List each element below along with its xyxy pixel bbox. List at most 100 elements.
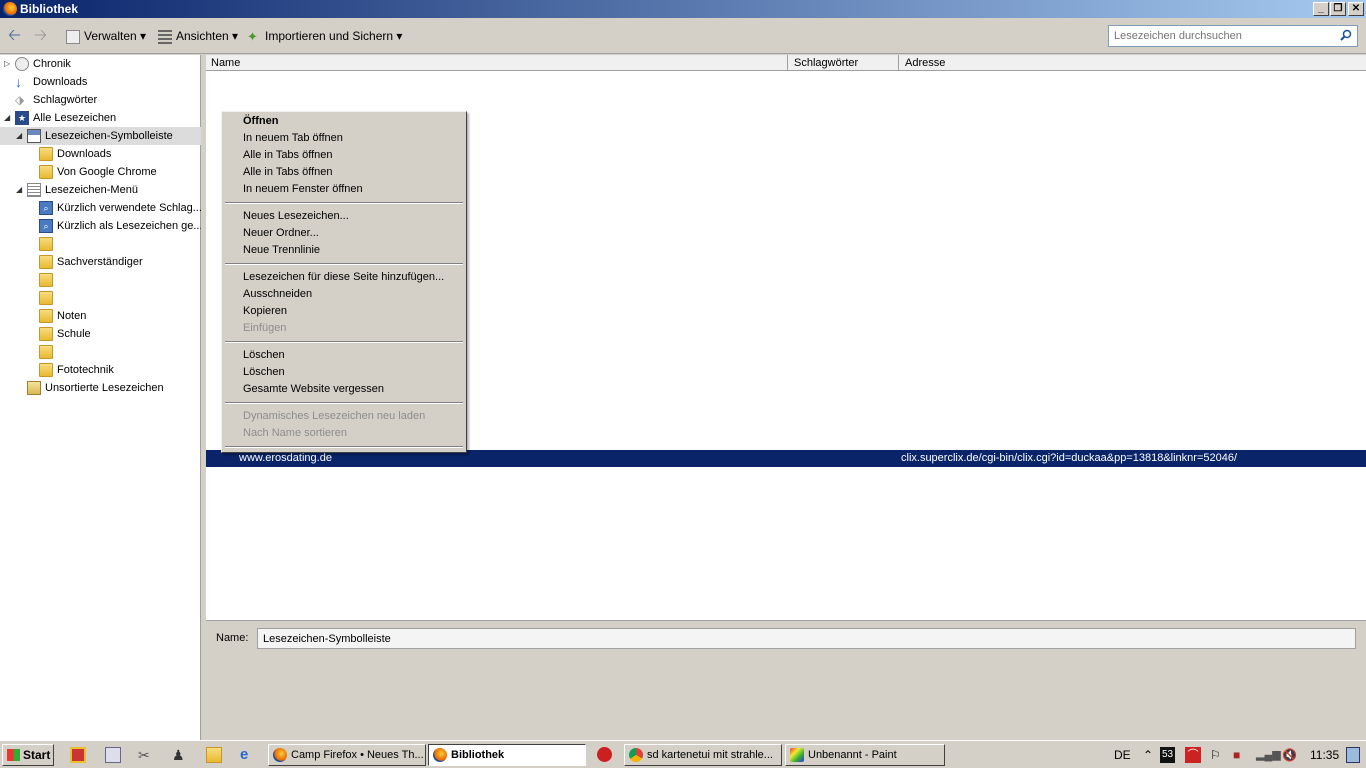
menu-item-copy[interactable]: Kopieren	[223, 303, 465, 320]
back-arrow-icon[interactable]: 🡠	[8, 28, 21, 44]
tree-item-folder[interactable]	[0, 343, 201, 361]
manage-menu-button[interactable]: Verwalten ▾	[66, 28, 146, 44]
show-hidden-icons-icon[interactable]: ⌃	[1143, 747, 1153, 763]
column-tags[interactable]: Schlagwörter	[789, 55, 899, 71]
task-paint[interactable]: Unbenannt - Paint	[785, 744, 945, 766]
folder-icon	[39, 363, 53, 377]
tree-label: Fototechnik	[57, 364, 114, 376]
start-button[interactable]: Start	[2, 744, 54, 766]
search-icon[interactable]	[1340, 29, 1352, 41]
menu-item-open-new-tab[interactable]: In neuem Tab öffnen	[223, 130, 465, 147]
user-icon[interactable]: ♟	[172, 747, 188, 763]
forward-arrow-icon[interactable]: 🡢	[34, 28, 47, 44]
folder-icon	[39, 273, 53, 287]
collapse-icon[interactable]: ◢	[4, 109, 14, 127]
menu-separator	[225, 402, 463, 404]
opera-icon[interactable]	[597, 747, 612, 762]
column-address[interactable]: Adresse	[900, 55, 1366, 71]
tray-badge[interactable]: 53	[1160, 747, 1176, 763]
collapse-icon[interactable]: ◢	[16, 181, 26, 199]
views-menu-button[interactable]: Ansichten ▾	[158, 28, 238, 44]
menu-separator	[225, 263, 463, 265]
expand-icon[interactable]: ▷	[4, 55, 14, 73]
download-arrow-icon: ↓	[15, 74, 22, 90]
import-backup-menu-button[interactable]: ✦ Importieren und Sichern ▾	[247, 28, 402, 44]
menu-item-new-bookmark[interactable]: Neues Lesezeichen...	[223, 208, 465, 225]
bookmark-tree: ▷ Chronik ↓ Downloads ⬗ Schlagwörter ◢ ★…	[0, 55, 203, 740]
tree-item-smart-folder[interactable]: ⌕ Kürzlich verwendete Schlag...	[0, 199, 202, 217]
network-icon[interactable]: ▂▄▆	[1256, 747, 1281, 763]
tree-item-smart-folder[interactable]: ⌕ Kürzlich als Lesezeichen ge...	[0, 217, 203, 235]
tree-item-tags[interactable]: ⬗ Schlagwörter	[0, 91, 201, 109]
menu-item-open-new-window[interactable]: In neuem Fenster öffnen	[223, 181, 465, 198]
task-camp-firefox[interactable]: Camp Firefox • Neues Th...	[268, 744, 426, 766]
tree-item-folder[interactable]: Downloads	[0, 145, 201, 163]
tree-item-folder[interactable]: Sachverständiger	[0, 253, 201, 271]
menu-item-cut[interactable]: Ausschneiden	[223, 286, 465, 303]
menu-separator	[225, 202, 463, 204]
tree-item-folder[interactable]: Schule	[0, 325, 201, 343]
menu-item-new-separator[interactable]: Neue Trennlinie	[223, 242, 465, 259]
menu-item-delete[interactable]: Löschen	[223, 347, 465, 364]
close-button[interactable]: ✕	[1348, 2, 1364, 16]
title-bar: Bibliothek _ ❐ ✕	[0, 0, 1366, 18]
column-name[interactable]: Name	[206, 55, 788, 71]
internet-explorer-icon[interactable]: e	[240, 747, 256, 763]
views-menu-label: Ansichten	[176, 29, 229, 43]
folder-icon	[39, 327, 53, 341]
menu-item-forget-site[interactable]: Gesamte Website vergessen	[223, 381, 465, 398]
antivirus-icon[interactable]: ⌒	[1185, 747, 1201, 763]
calculator-icon[interactable]	[105, 747, 121, 763]
bookmarks-star-icon: ★	[15, 111, 29, 125]
list-view-icon	[158, 29, 172, 44]
tree-label: Von Google Chrome	[57, 166, 157, 178]
task-library[interactable]: Bibliothek	[428, 744, 586, 766]
menu-item-reload-live-bookmark: Dynamisches Lesezeichen neu laden	[243, 410, 426, 422]
menu-item-open[interactable]: Öffnen	[223, 113, 465, 130]
folder-icon	[39, 237, 53, 251]
task-chrome[interactable]: sd kartenetui mit strahle...	[624, 744, 782, 766]
details-pane: Name:	[206, 620, 1366, 740]
unsorted-bookmarks-icon	[27, 381, 41, 395]
tree-label: Chronik	[33, 58, 71, 70]
quicklaunch-app-icon[interactable]	[70, 747, 86, 763]
show-desktop-icon[interactable]	[1346, 747, 1360, 763]
menu-item-bookmark-page[interactable]: Lesezeichen für diese Seite hinzufügen..…	[223, 269, 465, 286]
task-label: Unbenannt - Paint	[808, 749, 897, 761]
tree-item-downloads[interactable]: ↓ Downloads	[0, 73, 201, 91]
tree-item-folder[interactable]: Fototechnik	[0, 361, 201, 379]
tree-item-folder[interactable]	[0, 289, 201, 307]
tree-item-folder[interactable]: Von Google Chrome	[0, 163, 201, 181]
tree-label: Alle Lesezeichen	[33, 112, 117, 124]
search-input[interactable]	[1108, 25, 1358, 47]
tools-icon[interactable]: ✂	[138, 747, 154, 763]
action-center-flag-icon[interactable]: ⚐	[1210, 747, 1221, 763]
chrome-icon	[629, 748, 643, 762]
tree-item-bookmarks-menu[interactable]: ◢ Lesezeichen-Menü	[0, 181, 201, 199]
task-label: Bibliothek	[451, 749, 505, 761]
tree-item-folder[interactable]	[0, 235, 201, 253]
tray-app-icon[interactable]: ■	[1233, 747, 1240, 763]
menu-separator	[225, 446, 463, 448]
collapse-icon[interactable]: ◢	[16, 127, 26, 145]
tree-item-bookmarks-toolbar[interactable]: ◢ Lesezeichen-Symbolleiste	[0, 127, 201, 145]
minimize-button[interactable]: _	[1313, 2, 1329, 16]
tree-label: Kürzlich verwendete Schlag...	[57, 202, 202, 214]
menu-item-new-folder[interactable]: Neuer Ordner...	[223, 225, 465, 242]
language-indicator[interactable]: DE	[1114, 747, 1131, 763]
tree-item-unsorted[interactable]: Unsortierte Lesezeichen	[0, 379, 201, 397]
tree-item-history[interactable]: ▷ Chronik	[0, 55, 201, 73]
explorer-folder-icon[interactable]	[206, 747, 222, 763]
tree-item-folder[interactable]: Noten	[0, 307, 201, 325]
clock[interactable]: 11:35	[1310, 747, 1339, 763]
menu-icon	[27, 183, 41, 197]
restore-button[interactable]: ❐	[1330, 2, 1346, 16]
volume-muted-icon[interactable]: 🔇	[1282, 747, 1297, 763]
name-field[interactable]	[257, 628, 1356, 649]
menu-item-open-all-tabs[interactable]: Alle in Tabs öffnen	[223, 147, 465, 164]
tree-item-all-bookmarks[interactable]: ◢ ★ Alle Lesezeichen	[0, 109, 201, 127]
menu-item-paste: Einfügen	[243, 322, 287, 334]
menu-item-delete[interactable]: Löschen	[223, 364, 465, 381]
menu-item-open-all-tabs[interactable]: Alle in Tabs öffnen	[223, 164, 465, 181]
tree-item-folder[interactable]	[0, 271, 201, 289]
